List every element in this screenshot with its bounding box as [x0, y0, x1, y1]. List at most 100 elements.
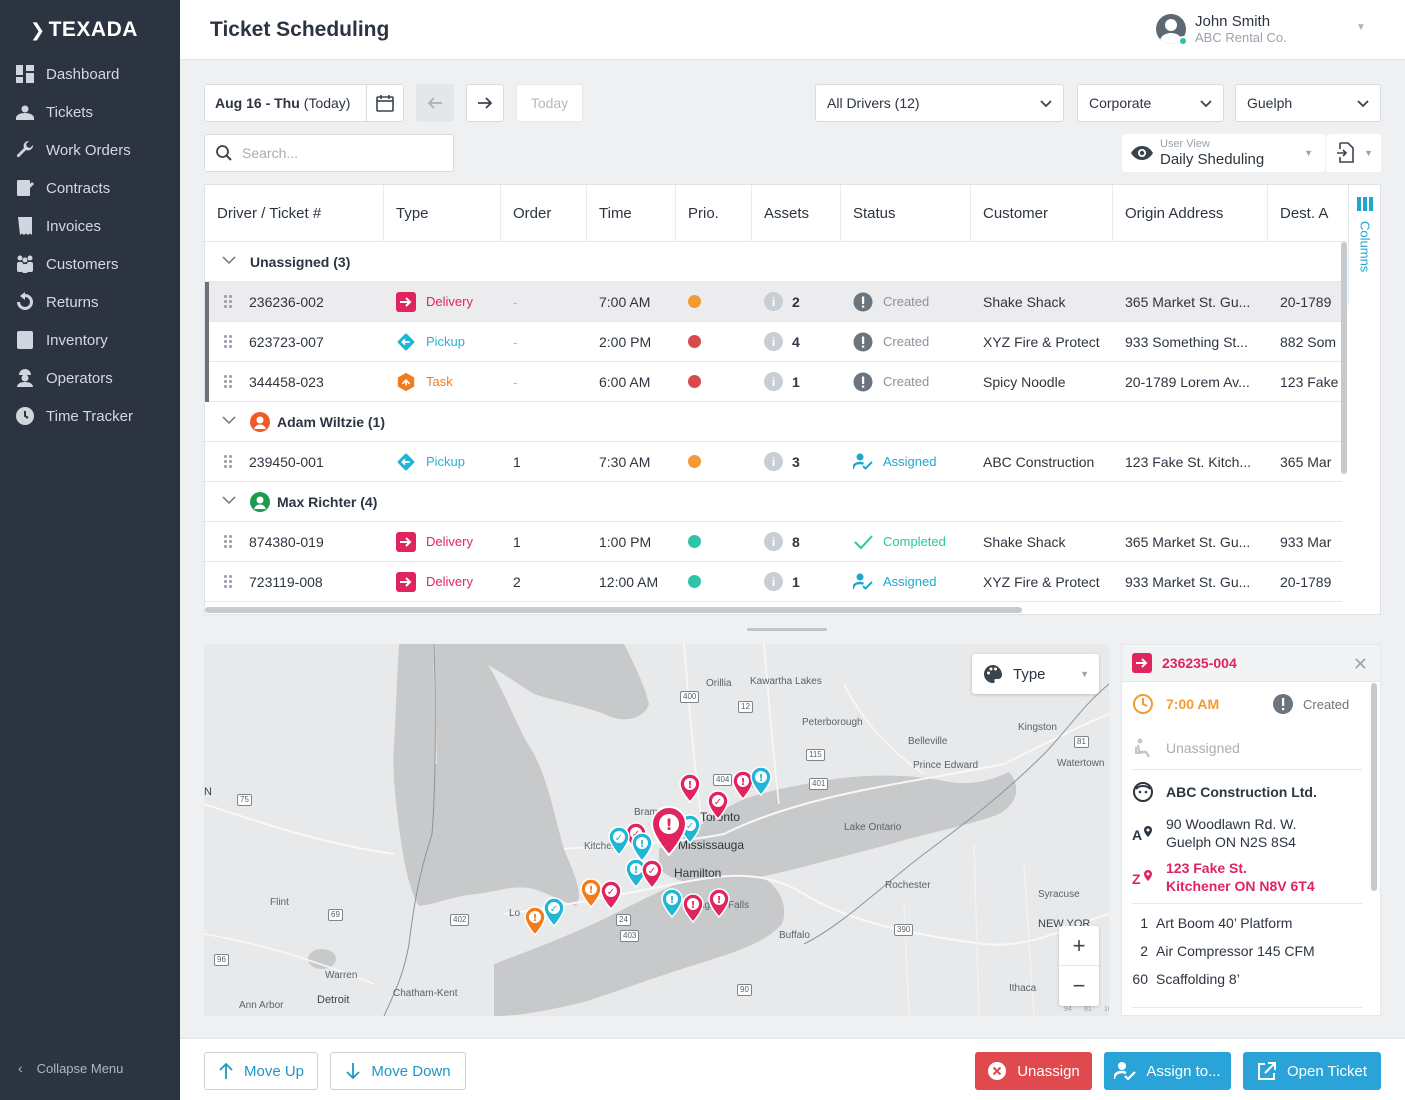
app-logo[interactable]: ❯ TEXADA — [30, 18, 138, 42]
column-header[interactable]: Origin Address — [1113, 185, 1268, 242]
chevron-down-icon[interactable] — [222, 415, 236, 428]
sidebar-item-tickets[interactable]: Tickets — [0, 93, 180, 131]
vertical-scrollbar[interactable] — [1340, 242, 1348, 474]
map-marker-icon[interactable]: ! — [679, 773, 701, 804]
info-icon[interactable]: i — [764, 532, 783, 551]
chevron-down-icon[interactable] — [222, 255, 236, 268]
drag-handle-icon[interactable] — [223, 373, 233, 390]
column-header[interactable]: Order — [501, 185, 587, 242]
info-icon[interactable]: i — [764, 372, 783, 391]
table-row[interactable]: 874380-019 Delivery 1 1:00 PM i 8 Completed Sha… — [205, 522, 1342, 562]
detail-ticket-number[interactable]: 236235-004 — [1162, 655, 1237, 671]
clock-icon — [14, 406, 36, 426]
horizontal-scrollbar[interactable] — [205, 607, 1022, 613]
branch-select[interactable]: Guelph — [1235, 84, 1381, 122]
column-header[interactable]: Prio. — [676, 185, 752, 242]
column-header[interactable]: Driver / Ticket # — [205, 185, 384, 242]
map-marker-icon[interactable]: ✓ — [600, 880, 622, 911]
map-marker-icon[interactable]: ! — [661, 888, 683, 919]
ticket-number[interactable]: 239450-001 — [249, 454, 324, 470]
ticket-number[interactable]: 236236-002 — [249, 294, 324, 310]
table-row[interactable]: 623723-007 Pickup - 2:00 PM i 4 Created XYZ Fir… — [205, 322, 1342, 362]
assign-to-button[interactable]: Assign to... — [1104, 1052, 1231, 1090]
sidebar-item-time-tracker[interactable]: Time Tracker — [0, 397, 180, 435]
column-header[interactable]: Time — [587, 185, 676, 242]
info-icon[interactable]: i — [764, 572, 783, 591]
group-row[interactable]: Adam Wiltzie (1) — [205, 402, 1342, 442]
map-marker-icon[interactable]: ✓ — [608, 826, 630, 857]
sidebar-item-work-orders[interactable]: Work Orders — [0, 131, 180, 169]
highway-shield: 10 — [1104, 1006, 1109, 1013]
export-button[interactable]: ▼ — [1326, 134, 1381, 172]
detail-customer[interactable]: ABC Construction Ltd. — [1166, 784, 1317, 800]
column-header[interactable]: Assets — [752, 185, 841, 242]
map-marker-icon[interactable]: ! — [580, 878, 602, 909]
drag-handle-icon[interactable] — [223, 293, 233, 310]
column-header[interactable]: Customer — [971, 185, 1113, 242]
columns-panel-tab[interactable]: Columns — [1348, 185, 1380, 305]
zoom-in-button[interactable]: + — [1059, 926, 1099, 966]
map[interactable]: Orillia Kawartha Lakes Peterborough Kingsto… — [204, 644, 1109, 1016]
drag-handle-icon[interactable] — [223, 573, 233, 590]
type-cell: Pickup — [384, 442, 501, 482]
drag-handle-icon[interactable] — [223, 533, 233, 550]
table-row[interactable]: 344458-023 Task - 6:00 AM i 1 Created Spicy Noo… — [205, 362, 1342, 402]
chevron-down-icon[interactable] — [222, 495, 236, 508]
move-down-button[interactable]: Move Down — [330, 1052, 466, 1090]
drag-handle-icon[interactable] — [223, 333, 233, 350]
column-header[interactable]: Dest. A — [1268, 185, 1342, 242]
map-marker-icon[interactable]: ! — [750, 766, 772, 797]
detail-scrollbar[interactable] — [1371, 683, 1377, 891]
collapse-menu-button[interactable]: ‹ Collapse Menu — [18, 1060, 123, 1076]
map-marker-icon[interactable]: ! — [682, 893, 704, 924]
user-view-select[interactable]: User View Daily Sheduling ▼ — [1122, 134, 1325, 172]
selected-map-marker-icon[interactable]: ! — [650, 805, 688, 857]
map-marker-icon[interactable]: ✓ — [707, 790, 729, 821]
sidebar-item-inventory[interactable]: Inventory — [0, 321, 180, 359]
open-ticket-button[interactable]: Open Ticket — [1243, 1052, 1381, 1090]
ticket-number[interactable]: 344458-023 — [249, 374, 324, 390]
previous-day-button[interactable] — [416, 84, 454, 122]
map-marker-icon[interactable]: ✓ — [543, 897, 565, 928]
today-button[interactable]: Today — [516, 84, 583, 122]
ticket-number[interactable]: 623723-007 — [249, 334, 324, 350]
map-marker-icon[interactable]: ✓ — [641, 859, 663, 890]
sidebar-item-dashboard[interactable]: Dashboard — [0, 55, 180, 93]
caret-down-icon[interactable]: ▼ — [1356, 22, 1366, 33]
map-type-select[interactable]: Type ▼ — [972, 654, 1099, 694]
sidebar-item-invoices[interactable]: Invoices — [0, 207, 180, 245]
info-icon[interactable]: i — [764, 452, 783, 471]
resize-handle[interactable] — [747, 628, 827, 631]
unassign-button[interactable]: Unassign — [975, 1052, 1092, 1090]
date-picker[interactable]: Aug 16 - Thu (Today) — [204, 84, 404, 122]
table-row[interactable]: 236236-002 Delivery - 7:00 AM i 2 Created Shake… — [205, 282, 1342, 322]
svg-text:!: ! — [759, 773, 764, 784]
group-row[interactable]: Max Richter (4) — [205, 482, 1342, 522]
column-header[interactable]: Status — [841, 185, 971, 242]
info-icon[interactable]: i — [764, 292, 783, 311]
drivers-select[interactable]: All Drivers (12) — [815, 84, 1064, 122]
region-select[interactable]: Corporate — [1077, 84, 1224, 122]
close-icon[interactable]: ✕ — [1353, 654, 1368, 675]
sidebar-item-contracts[interactable]: Contracts — [0, 169, 180, 207]
column-header[interactable]: Type — [384, 185, 501, 242]
drag-handle-icon[interactable] — [223, 453, 233, 470]
calendar-icon[interactable] — [366, 85, 403, 121]
table-row[interactable]: 723119-008 Delivery 2 12:00 AM i 1 Assigned XYZ… — [205, 562, 1342, 602]
map-marker-icon[interactable]: ! — [524, 906, 546, 937]
sidebar-item-returns[interactable]: Returns — [0, 283, 180, 321]
sidebar-item-operators[interactable]: Operators — [0, 359, 180, 397]
ticket-number[interactable]: 723119-008 — [249, 574, 323, 590]
sidebar-item-customers[interactable]: Customers — [0, 245, 180, 283]
ticket-number[interactable]: 874380-019 — [249, 534, 324, 550]
destination-cell: 20-1789 — [1280, 573, 1332, 590]
table-row[interactable]: 239450-001 Pickup 1 7:30 AM i 3 Assigned ABC Co… — [205, 442, 1342, 482]
next-day-button[interactable] — [466, 84, 504, 122]
search-input[interactable]: Search... — [204, 134, 454, 172]
info-icon[interactable]: i — [764, 332, 783, 351]
map-marker-icon[interactable]: ! — [708, 888, 730, 919]
user-menu[interactable]: John Smith ABC Rental Co. — [1156, 13, 1287, 45]
group-row[interactable]: Unassigned (3) — [205, 242, 1342, 282]
move-up-button[interactable]: Move Up — [204, 1052, 318, 1090]
zoom-out-button[interactable]: − — [1059, 966, 1099, 1006]
